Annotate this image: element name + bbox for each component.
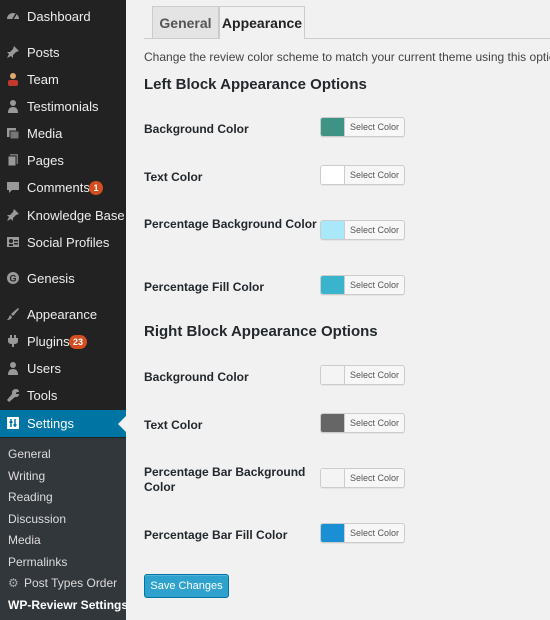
dashboard-icon: [6, 9, 20, 23]
menu-testimonials[interactable]: Testimonials: [0, 93, 126, 120]
right-percentage-bar-fill-color-label: Percentage Bar Fill Color: [144, 528, 288, 542]
menu-testimonials-label: Testimonials: [27, 99, 99, 114]
submenu-permalinks[interactable]: Permalinks: [8, 555, 67, 569]
left-text-color-label: Text Color: [144, 170, 203, 184]
select-color-label: Select Color: [349, 418, 400, 428]
color-swatch: [321, 524, 345, 542]
menu-tools[interactable]: Tools: [0, 382, 126, 409]
menu-settings[interactable]: Settings: [0, 410, 126, 437]
pin-icon: [6, 45, 20, 59]
user-icon: [6, 361, 20, 375]
submenu-discussion[interactable]: Discussion: [8, 512, 66, 526]
right-background-color-picker[interactable]: Select Color: [320, 365, 405, 385]
user-icon: [6, 99, 20, 113]
menu-comments-label: Comments: [27, 180, 90, 195]
right-text-color-picker[interactable]: Select Color: [320, 413, 405, 433]
submenu-reading[interactable]: Reading: [8, 490, 53, 504]
settings-submenu: General Writing Reading Discussion Media…: [0, 438, 128, 620]
menu-posts-label: Posts: [27, 45, 60, 60]
left-background-color-label: Background Color: [144, 122, 249, 136]
menu-tools-label: Tools: [27, 388, 58, 403]
intro-text: Change the review color scheme to match …: [144, 50, 550, 64]
genesis-icon: G: [6, 271, 20, 285]
menu-plugins-label: Plugins: [27, 334, 70, 349]
pages-icon: [6, 153, 20, 167]
wrench-icon: [6, 388, 20, 402]
right-percentage-bar-background-color-picker[interactable]: Select Color: [320, 468, 405, 488]
menu-team[interactable]: Team: [0, 66, 126, 93]
submenu-post-types-order[interactable]: ⚙ Post Types Order: [8, 576, 117, 590]
menu-pages-label: Pages: [27, 153, 64, 168]
menu-social-profiles-label: Social Profiles: [27, 235, 110, 250]
tab-appearance[interactable]: Appearance: [219, 6, 305, 39]
right-background-color-label: Background Color: [144, 370, 249, 384]
select-color-label: Select Color: [349, 473, 400, 483]
plugin-icon: [6, 334, 20, 348]
menu-posts[interactable]: Posts: [0, 39, 126, 66]
settings-icon: [6, 416, 20, 430]
color-swatch: [321, 366, 345, 384]
select-color-label: Select Color: [349, 225, 400, 235]
select-color-label: Select Color: [349, 370, 400, 380]
submenu-post-types-order-label: Post Types Order: [24, 576, 118, 590]
menu-social-profiles[interactable]: Social Profiles: [0, 229, 126, 256]
menu-plugins[interactable]: Plugins 23: [0, 328, 126, 355]
menu-dashboard[interactable]: Dashboard: [0, 3, 126, 30]
menu-media-label: Media: [27, 126, 63, 141]
left-percentage-background-color-picker[interactable]: Select Color: [320, 220, 405, 240]
media-icon: [6, 126, 20, 140]
select-color-label: Select Color: [349, 122, 400, 132]
menu-team-label: Team: [27, 72, 59, 87]
select-color-label: Select Color: [349, 528, 400, 538]
color-swatch: [321, 414, 345, 432]
left-percentage-fill-color-label: Percentage Fill Color: [144, 280, 265, 294]
menu-media[interactable]: Media: [0, 120, 126, 147]
save-changes-button[interactable]: Save Changes: [144, 574, 229, 598]
right-text-color-label: Text Color: [144, 418, 203, 432]
gear-icon: ⚙: [8, 576, 19, 590]
right-block-title: Right Block Appearance Options: [144, 323, 378, 340]
menu-appearance-label: Appearance: [27, 307, 98, 322]
menu-genesis-label: Genesis: [27, 271, 75, 286]
select-color-label: Select Color: [349, 280, 400, 290]
menu-genesis[interactable]: G Genesis: [0, 265, 126, 292]
left-block-title: Left Block Appearance Options: [144, 76, 367, 93]
tab-general[interactable]: General: [152, 6, 219, 38]
menu-dashboard-label: Dashboard: [27, 9, 91, 24]
admin-sidebar: Dashboard Posts Team Testimonials Media …: [0, 0, 128, 620]
tab-divider: [144, 38, 550, 39]
submenu-general[interactable]: General: [8, 447, 51, 461]
menu-users-label: Users: [27, 361, 61, 376]
color-swatch: [321, 118, 345, 136]
color-swatch: [321, 166, 345, 184]
comment-icon: [6, 180, 20, 194]
select-color-label: Select Color: [349, 170, 400, 180]
color-swatch: [321, 276, 345, 294]
profile-card-icon: [6, 235, 20, 249]
brush-icon: [6, 307, 20, 321]
submenu-wp-reviewr-settings[interactable]: WP-Reviewr Settings: [8, 598, 128, 612]
pin-icon: [6, 208, 20, 222]
right-percentage-bar-fill-color-picker[interactable]: Select Color: [320, 523, 405, 543]
menu-comments[interactable]: Comments 1: [0, 174, 126, 201]
team-icon: [6, 72, 20, 86]
left-background-color-picker[interactable]: Select Color: [320, 117, 405, 137]
left-percentage-fill-color-picker[interactable]: Select Color: [320, 275, 405, 295]
menu-knowledge-base-label: Knowledge Base: [27, 208, 125, 223]
menu-appearance[interactable]: Appearance: [0, 301, 126, 328]
menu-settings-label: Settings: [27, 416, 74, 431]
submenu-writing[interactable]: Writing: [8, 469, 45, 483]
submenu-media[interactable]: Media: [8, 533, 41, 547]
left-text-color-picker[interactable]: Select Color: [320, 165, 405, 185]
menu-pages[interactable]: Pages: [0, 147, 126, 174]
plugins-count-badge: 23: [69, 335, 88, 349]
comments-count-badge: 1: [89, 181, 103, 195]
menu-users[interactable]: Users: [0, 355, 126, 382]
color-swatch: [321, 469, 345, 487]
right-percentage-bar-background-color-label: Percentage Bar Background Color: [144, 465, 306, 494]
color-swatch: [321, 221, 345, 239]
svg-text:G: G: [9, 274, 16, 284]
left-percentage-background-color-label: Percentage Background Color: [144, 217, 317, 231]
menu-knowledge-base[interactable]: Knowledge Base: [0, 202, 126, 229]
